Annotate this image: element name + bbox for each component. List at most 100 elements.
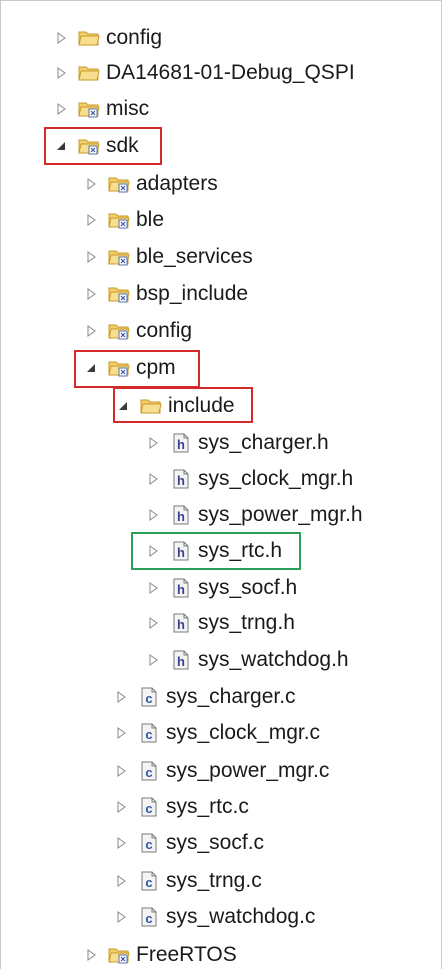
tree-item-label: sdk: [106, 134, 139, 157]
source-folder-icon: [108, 321, 130, 341]
collapsed-arrow-icon[interactable]: [84, 324, 98, 338]
tree-item[interactable]: c sys_clock_mgr.c: [114, 718, 320, 748]
expanded-arrow-icon[interactable]: [116, 399, 130, 413]
header-file-icon: h: [170, 613, 192, 633]
tree-item-label: ble_services: [136, 245, 253, 268]
tree-item[interactable]: DA14681-01-Debug_QSPI: [54, 58, 355, 88]
tree-item[interactable]: adapters: [84, 169, 218, 199]
tree-item[interactable]: FreeRTOS: [84, 940, 237, 970]
header-file-icon: h: [170, 505, 192, 525]
collapsed-arrow-icon[interactable]: [114, 874, 128, 888]
source-folder-icon: [78, 136, 100, 156]
tree-item[interactable]: bsp_include: [84, 279, 248, 309]
header-file-icon: h: [170, 650, 192, 670]
tree-item[interactable]: h sys_trng.h: [146, 608, 295, 638]
svg-text:c: c: [145, 727, 152, 742]
source-folder-icon: [108, 945, 130, 965]
c-file-icon: c: [138, 907, 160, 927]
collapsed-arrow-icon[interactable]: [146, 472, 160, 486]
tree-item[interactable]: h sys_rtc.h: [146, 536, 282, 566]
collapsed-arrow-icon[interactable]: [114, 910, 128, 924]
tree-item[interactable]: c sys_charger.c: [114, 682, 296, 712]
tree-item-label: sys_charger.c: [166, 685, 296, 708]
collapsed-arrow-icon[interactable]: [84, 213, 98, 227]
header-file-icon: h: [170, 433, 192, 453]
svg-text:h: h: [177, 509, 185, 524]
tree-item-label: sys_rtc.h: [198, 539, 283, 562]
collapsed-arrow-icon[interactable]: [84, 287, 98, 301]
collapsed-arrow-icon[interactable]: [84, 177, 98, 191]
tree-item-label: misc: [106, 97, 150, 120]
collapsed-arrow-icon[interactable]: [54, 66, 68, 80]
project-tree: config DA14681-01-Debug_QSPImisc sdk adapte…: [0, 0, 442, 969]
svg-text:c: c: [145, 801, 152, 816]
collapsed-arrow-icon[interactable]: [54, 102, 68, 116]
c-file-icon: c: [138, 833, 160, 853]
tree-item-label: sys_socf.c: [166, 831, 265, 854]
tree-item[interactable]: sdk: [54, 131, 139, 161]
collapsed-arrow-icon[interactable]: [114, 726, 128, 740]
tree-item-label: include: [168, 394, 235, 417]
collapsed-arrow-icon[interactable]: [114, 836, 128, 850]
header-file-icon: h: [170, 541, 192, 561]
tree-item[interactable]: cpm: [84, 353, 176, 383]
tree-item[interactable]: h sys_watchdog.h: [146, 645, 349, 675]
collapsed-arrow-icon[interactable]: [114, 764, 128, 778]
expanded-arrow-icon[interactable]: [84, 361, 98, 375]
tree-item-label: sys_clock_mgr.c: [166, 721, 321, 744]
header-file-icon: h: [170, 578, 192, 598]
svg-text:c: c: [145, 875, 152, 890]
tree-item-label: config: [106, 26, 163, 49]
collapsed-arrow-icon[interactable]: [114, 800, 128, 814]
tree-item-label: config: [136, 319, 193, 342]
expanded-arrow-icon[interactable]: [54, 139, 68, 153]
c-file-icon: c: [138, 723, 160, 743]
tree-item-label: FreeRTOS: [136, 943, 237, 966]
svg-text:h: h: [177, 654, 185, 669]
tree-item[interactable]: h sys_power_mgr.h: [146, 500, 363, 530]
tree-item-label: ble: [136, 208, 165, 231]
c-file-icon: c: [138, 687, 160, 707]
collapsed-arrow-icon[interactable]: [146, 508, 160, 522]
tree-item[interactable]: ble_services: [84, 242, 253, 272]
collapsed-arrow-icon[interactable]: [146, 653, 160, 667]
tree-item-label: adapters: [136, 172, 218, 195]
tree-item[interactable]: c sys_socf.c: [114, 828, 264, 858]
svg-text:c: c: [145, 691, 152, 706]
tree-item[interactable]: h sys_charger.h: [146, 428, 329, 458]
collapsed-arrow-icon[interactable]: [54, 31, 68, 45]
collapsed-arrow-icon[interactable]: [146, 544, 160, 558]
tree-item[interactable]: c sys_trng.c: [114, 866, 262, 896]
tree-item-label: sys_socf.h: [198, 576, 298, 599]
tree-item[interactable]: h sys_clock_mgr.h: [146, 464, 353, 494]
tree-item[interactable]: ble: [84, 205, 164, 235]
tree-item[interactable]: config: [54, 23, 162, 53]
tree-item[interactable]: h sys_socf.h: [146, 573, 297, 603]
folder-icon: [140, 396, 162, 416]
tree-item[interactable]: c sys_rtc.c: [114, 792, 249, 822]
tree-item-label: DA14681-01-Debug_QSPI: [106, 61, 355, 84]
tree-item-label: sys_watchdog.c: [166, 905, 316, 928]
header-file-icon: h: [170, 469, 192, 489]
source-folder-icon: [78, 99, 100, 119]
tree-item[interactable]: config: [84, 316, 192, 346]
tree-item-label: sys_power_mgr.h: [198, 503, 363, 526]
tree-item[interactable]: misc: [54, 94, 149, 124]
folder-icon: [78, 63, 100, 83]
collapsed-arrow-icon[interactable]: [84, 948, 98, 962]
svg-text:h: h: [177, 545, 185, 560]
svg-text:h: h: [177, 473, 185, 488]
tree-item-label: bsp_include: [136, 282, 249, 305]
tree-item[interactable]: c sys_watchdog.c: [114, 902, 315, 932]
svg-text:h: h: [177, 617, 185, 632]
collapsed-arrow-icon[interactable]: [146, 436, 160, 450]
tree-item[interactable]: c sys_power_mgr.c: [114, 756, 329, 786]
tree-item[interactable]: include: [116, 391, 235, 421]
c-file-icon: c: [138, 871, 160, 891]
collapsed-arrow-icon[interactable]: [84, 250, 98, 264]
collapsed-arrow-icon[interactable]: [146, 616, 160, 630]
source-folder-icon: [108, 174, 130, 194]
collapsed-arrow-icon[interactable]: [114, 690, 128, 704]
collapsed-arrow-icon[interactable]: [146, 581, 160, 595]
c-file-icon: c: [138, 797, 160, 817]
